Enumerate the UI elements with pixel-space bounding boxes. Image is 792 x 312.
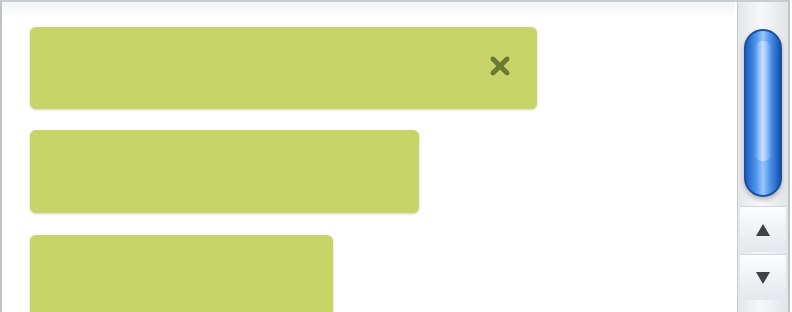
list-item[interactable]	[30, 130, 419, 213]
list-top-edge	[2, 2, 735, 18]
list-area	[2, 2, 735, 312]
list-item[interactable]	[30, 235, 333, 312]
triangle-up-icon	[756, 223, 770, 236]
list-item[interactable]	[30, 27, 537, 109]
triangle-down-icon	[756, 271, 770, 284]
vertical-scrollbar[interactable]	[737, 2, 788, 312]
scroll-down-button[interactable]	[740, 254, 786, 300]
scroll-up-button[interactable]	[740, 206, 786, 252]
close-x-icon	[490, 56, 510, 76]
list-panel	[0, 0, 790, 312]
scrollbar-thumb[interactable]	[744, 29, 782, 197]
remove-item-button[interactable]	[485, 51, 515, 81]
